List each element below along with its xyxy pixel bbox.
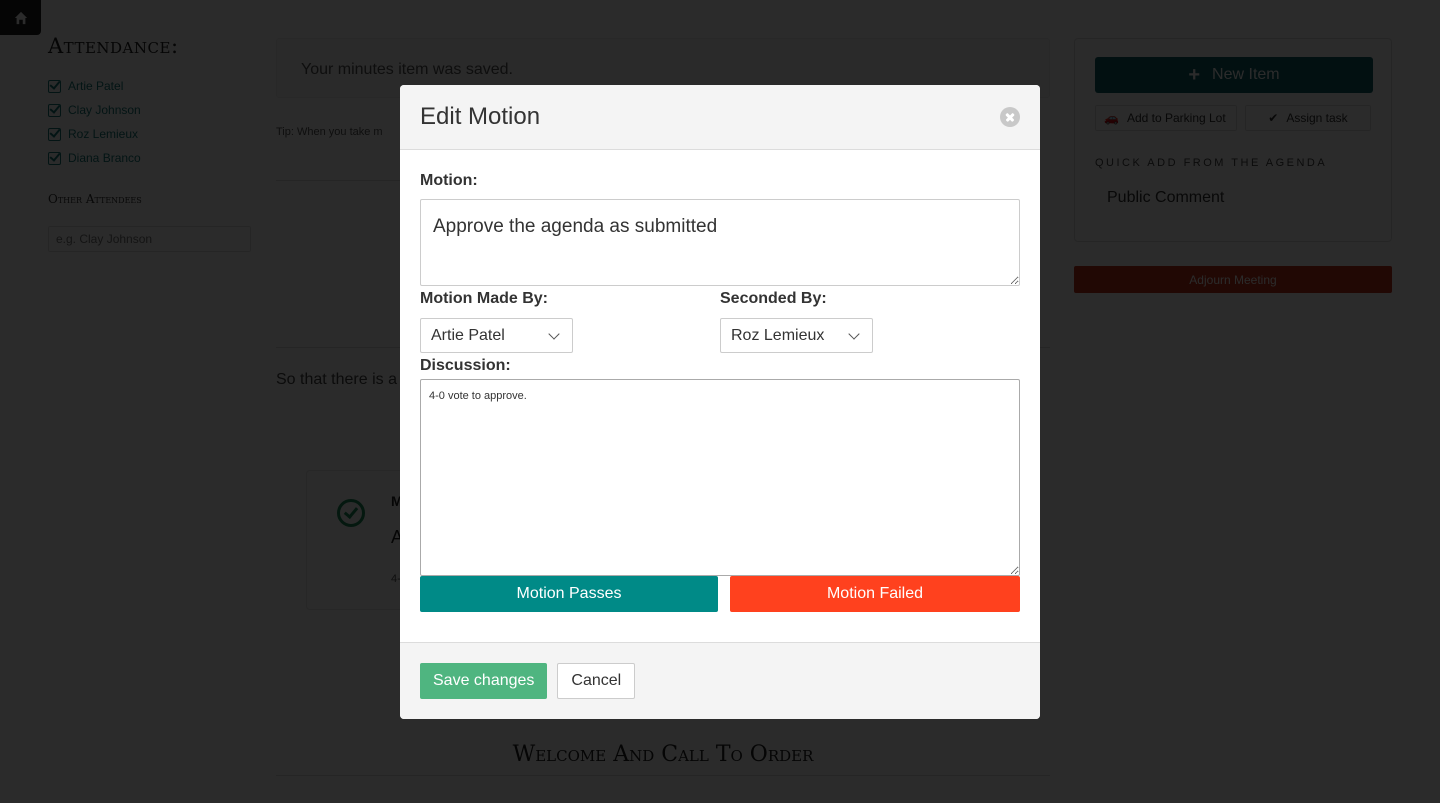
edit-motion-modal: Edit Motion Motion: Approve the agenda a… [400, 85, 1040, 719]
chevron-down-icon [848, 327, 860, 340]
seconded-by-label: Seconded By: [720, 290, 827, 307]
close-icon[interactable] [1000, 107, 1020, 127]
motion-failed-button[interactable]: Motion Failed [730, 576, 1020, 612]
modal-title: Edit Motion [420, 103, 541, 130]
discussion-input[interactable]: 4-0 vote to approve. [420, 379, 1020, 576]
seconded-by-value: Roz Lemieux [731, 326, 825, 344]
motion-label: Motion: [420, 172, 478, 189]
modal-header: Edit Motion [400, 85, 1040, 150]
motion-passes-button[interactable]: Motion Passes [420, 576, 718, 612]
made-by-label: Motion Made By: [420, 290, 548, 307]
chevron-down-icon [548, 327, 560, 340]
made-by-value: Artie Patel [431, 326, 505, 344]
motion-input[interactable]: Approve the agenda as submitted [420, 199, 1020, 286]
seconded-by-select[interactable]: Roz Lemieux [720, 318, 873, 353]
save-changes-button[interactable]: Save changes [420, 663, 548, 699]
cancel-button[interactable]: Cancel [557, 663, 636, 699]
discussion-label: Discussion: [420, 357, 511, 374]
made-by-select[interactable]: Artie Patel [420, 318, 573, 353]
modal-body: Motion: Approve the agenda as submitted … [400, 150, 1040, 642]
modal-footer: Save changes Cancel [400, 642, 1040, 719]
